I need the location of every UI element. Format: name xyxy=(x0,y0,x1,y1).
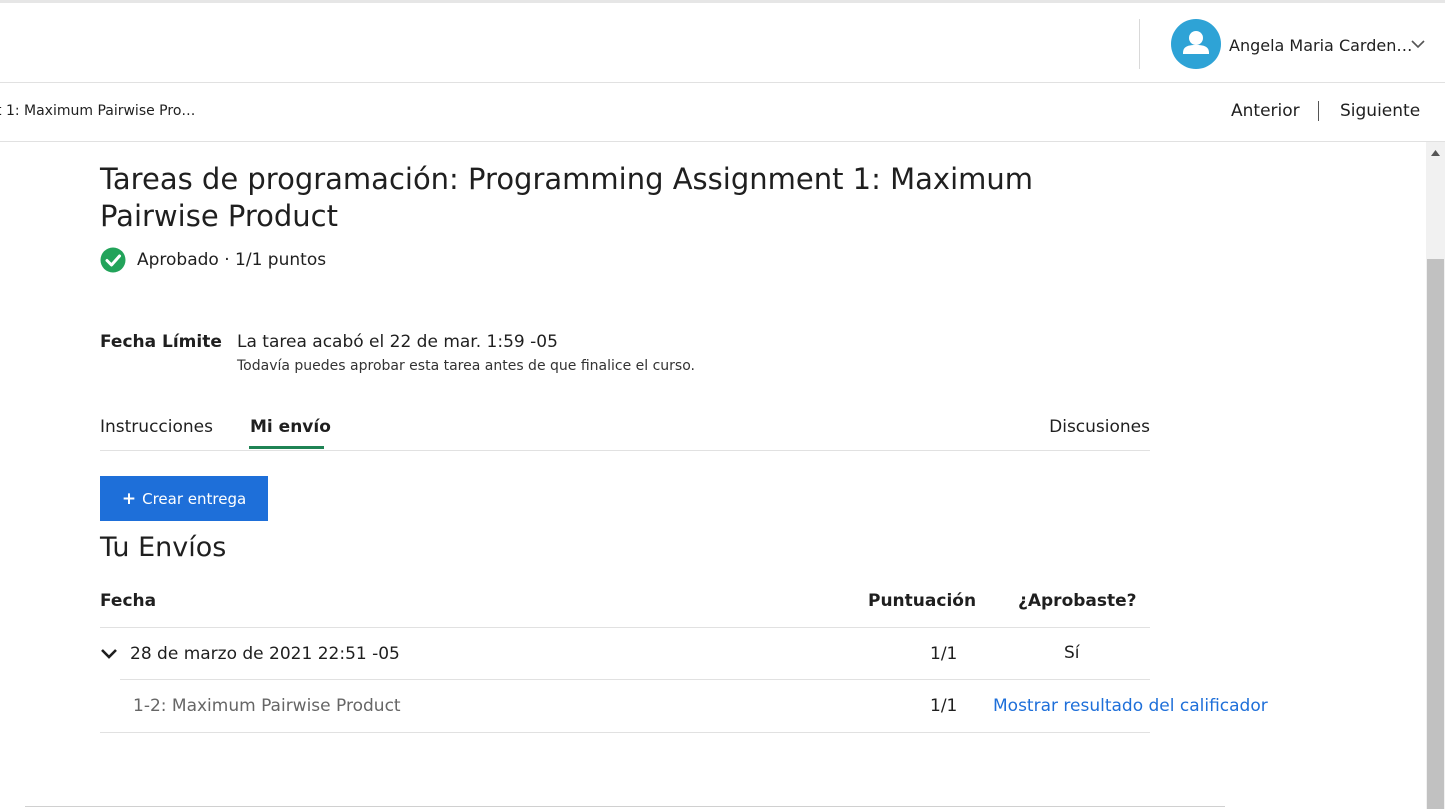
user-name[interactable]: Angela Maria Carden… xyxy=(1229,36,1412,55)
deadline-text: La tarea acabó el 22 de mar. 1:59 -05 xyxy=(237,332,558,352)
tab-instructions[interactable]: Instrucciones xyxy=(100,417,213,437)
item-nav-bar: t 1: Maximum Pairwise Pro… Anterior Sigu… xyxy=(0,83,1445,142)
chevron-down-icon[interactable] xyxy=(100,648,118,660)
column-header-score: Puntuación xyxy=(868,591,977,611)
next-link[interactable]: Siguiente xyxy=(1340,101,1420,121)
nav-divider xyxy=(1318,101,1319,121)
check-circle-icon xyxy=(100,247,126,273)
top-header: Angela Maria Carden… xyxy=(0,0,1445,83)
create-submission-label: Crear entrega xyxy=(142,489,247,508)
part-score: 1/1 xyxy=(930,696,958,716)
status-text: Aprobado · 1/1 puntos xyxy=(137,250,327,270)
tab-my-submission[interactable]: Mi envío xyxy=(250,417,331,437)
submission-date: 28 de marzo de 2021 22:51 -05 xyxy=(130,644,400,664)
header-divider xyxy=(1139,19,1140,69)
page-title: Tareas de programación: Programming Assi… xyxy=(100,162,1034,233)
column-header-passed: ¿Aprobaste? xyxy=(1018,591,1137,611)
create-submission-button[interactable]: + Crear entrega xyxy=(100,476,268,521)
previous-link[interactable]: Anterior xyxy=(1231,101,1300,121)
active-tab-indicator xyxy=(249,446,324,449)
submissions-heading: Tu Envíos xyxy=(100,532,227,563)
divider xyxy=(100,627,1150,628)
chevron-down-icon[interactable] xyxy=(1410,39,1426,49)
plus-icon: + xyxy=(121,488,137,509)
user-icon xyxy=(1183,31,1209,54)
tab-bar: Instrucciones Mi envío Discusiones xyxy=(100,410,1150,451)
divider xyxy=(120,679,1150,680)
scrollbar-thumb[interactable] xyxy=(1427,259,1444,809)
divider xyxy=(100,732,1150,733)
breadcrumb[interactable]: t 1: Maximum Pairwise Pro… xyxy=(0,103,195,119)
submission-score: 1/1 xyxy=(930,644,958,664)
deadline-note: Todavía puedes aprobar esta tarea antes … xyxy=(237,358,695,374)
scroll-up-arrow-icon[interactable] xyxy=(1426,145,1445,161)
submission-passed: Sí xyxy=(1064,643,1080,663)
part-name: 1-2: Maximum Pairwise Product xyxy=(133,696,401,716)
column-header-date: Fecha xyxy=(100,591,157,611)
tab-discussions[interactable]: Discusiones xyxy=(1049,417,1150,437)
avatar[interactable] xyxy=(1171,19,1221,69)
divider xyxy=(25,806,1225,807)
deadline-label: Fecha Límite xyxy=(100,332,222,352)
show-grader-output-link[interactable]: Mostrar resultado del calificador xyxy=(993,696,1268,716)
